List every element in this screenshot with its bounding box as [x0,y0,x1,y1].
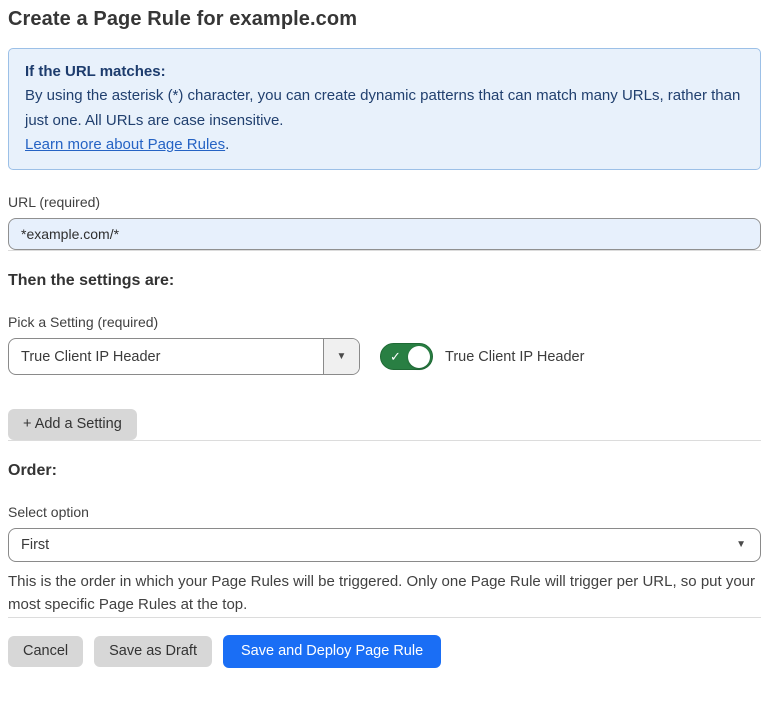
link-suffix: . [225,136,229,153]
info-box-link-line: Learn more about Page Rules. [25,133,744,157]
toggle-knob [408,346,430,368]
order-help-text: This is the order in which your Page Rul… [8,570,761,617]
page-title: Create a Page Rule for example.com [8,8,761,31]
chevron-down-icon: ▼ [736,540,746,550]
section-divider [8,250,761,251]
footer-divider [8,617,761,618]
page-rule-form: Create a Page Rule for example.com If th… [0,0,769,682]
chevron-down-icon: ▼ [337,352,347,362]
add-setting-button[interactable]: + Add a Setting [8,409,137,440]
setting-picker-label: Pick a Setting (required) [8,314,761,330]
cancel-button[interactable]: Cancel [8,636,83,667]
info-box-heading: If the URL matches: [25,60,744,84]
info-box-body: By using the asterisk (*) character, you… [25,84,744,133]
setting-select-value: True Client IP Header [9,339,323,374]
url-match-info-box: If the URL matches: By using the asteris… [8,48,761,170]
setting-select-caret-button[interactable]: ▼ [323,339,359,374]
setting-row: True Client IP Header ▼ ✓ True Client IP… [8,338,761,375]
save-and-deploy-button[interactable]: Save and Deploy Page Rule [223,635,441,668]
true-client-ip-toggle[interactable]: ✓ [380,343,433,370]
setting-select[interactable]: True Client IP Header ▼ [8,338,360,375]
url-field-label: URL (required) [8,194,761,210]
url-input[interactable] [8,218,761,250]
order-section-heading: Order: [8,462,761,480]
order-select[interactable]: First ▼ [8,528,761,562]
toggle-label: True Client IP Header [445,349,584,365]
check-icon: ✓ [390,350,401,363]
save-as-draft-button[interactable]: Save as Draft [94,636,212,667]
order-select-value: First [21,537,49,553]
learn-more-link[interactable]: Learn more about Page Rules [25,136,225,153]
settings-section-heading: Then the settings are: [8,272,761,290]
section-divider [8,440,761,441]
footer-actions: Cancel Save as Draft Save and Deploy Pag… [8,635,761,668]
order-select-label: Select option [8,504,761,520]
info-box-body-text: By using the asterisk (*) character, you… [25,87,740,128]
